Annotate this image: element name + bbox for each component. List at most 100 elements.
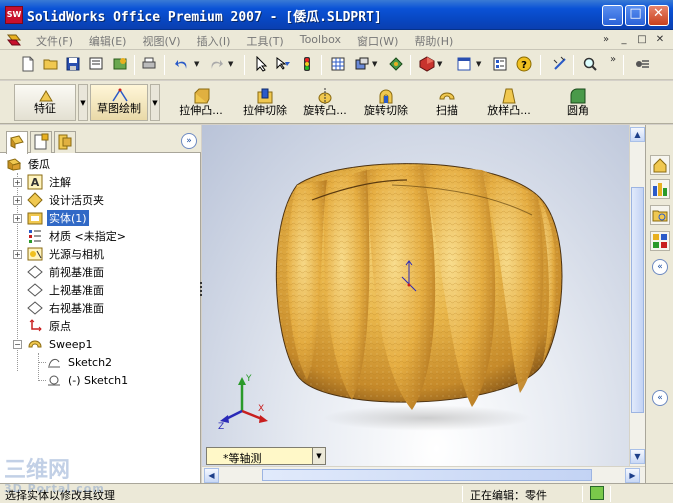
tree-item-sweep1[interactable]: − Sweep1 xyxy=(13,335,95,353)
features-tab-dropdown-icon[interactable]: ▼ xyxy=(78,84,88,121)
options-icon[interactable] xyxy=(110,54,130,74)
measure-icon[interactable] xyxy=(550,54,570,74)
find-icon[interactable] xyxy=(580,54,600,74)
doc-minimize-button[interactable]: _ xyxy=(617,33,631,47)
select-filter-icon[interactable] xyxy=(273,54,293,74)
menu-toolbox[interactable]: Toolbox xyxy=(292,33,349,49)
tree-item-origin[interactable]: 原点 xyxy=(27,317,73,335)
tab-feature-manager[interactable] xyxy=(6,131,28,154)
new-icon[interactable] xyxy=(18,54,38,74)
revolve-boss-button[interactable]: 旋转凸... xyxy=(296,84,354,121)
panel-collapse-icon[interactable]: » xyxy=(181,133,197,149)
doc-maximize-button[interactable]: □ xyxy=(635,33,649,47)
task-pane-collapse-icon[interactable]: « xyxy=(652,259,668,275)
tree-item-solid-bodies[interactable]: + 实体(1) xyxy=(13,209,89,227)
tree-root[interactable]: 倭瓜 xyxy=(6,155,52,173)
tree-connector xyxy=(38,362,46,363)
appearance-icon[interactable] xyxy=(417,54,437,74)
horizontal-scroll-thumb[interactable] xyxy=(262,469,592,481)
open-icon[interactable] xyxy=(41,54,61,74)
loft-button[interactable]: 放样凸... xyxy=(478,84,540,121)
sketch-tab-dropdown-icon[interactable]: ▼ xyxy=(150,84,160,121)
undo-dropdown-icon[interactable]: ▼ xyxy=(194,61,200,68)
configuration-manager-tab-icon xyxy=(58,134,72,150)
expand-icon[interactable]: + xyxy=(13,249,22,259)
task-pane-expand-icon[interactable]: « xyxy=(652,390,668,406)
menu-edit[interactable]: 编辑(E) xyxy=(81,33,135,49)
tab-configuration-manager[interactable] xyxy=(54,131,76,153)
toolbar-overflow-icon[interactable]: » xyxy=(606,53,620,67)
close-button[interactable]: ✕ xyxy=(648,5,669,26)
doc-close-button[interactable]: ✕ xyxy=(653,33,667,47)
minimize-button[interactable]: _ xyxy=(602,5,623,26)
view-palette-icon[interactable] xyxy=(650,231,670,251)
maximize-button[interactable]: □ xyxy=(625,5,646,26)
menu-file[interactable]: 文件(F) xyxy=(28,33,81,49)
tree-item-label: 设计活页夹 xyxy=(49,194,104,207)
print-preview-icon[interactable] xyxy=(86,54,106,74)
tree-item-front-plane[interactable]: 前视基准面 xyxy=(27,263,106,281)
tree-item-annotations[interactable]: + A 注解 xyxy=(13,173,73,191)
tree-item-top-plane[interactable]: 上视基准面 xyxy=(27,281,106,299)
layer-icon[interactable] xyxy=(490,54,510,74)
horizontal-scrollbar[interactable]: ◀ ▶ xyxy=(202,466,645,483)
lights-cameras-icon xyxy=(27,246,43,262)
tree-item-lights-cameras[interactable]: + 光源与相机 xyxy=(13,245,106,263)
print-icon[interactable] xyxy=(139,54,159,74)
file-explorer-icon[interactable] xyxy=(650,205,670,225)
solidworks-menu-icon[interactable] xyxy=(6,32,22,48)
graphics-area[interactable]: Y X Z xyxy=(202,125,629,466)
menu-tools[interactable]: 工具(T) xyxy=(238,33,291,49)
tree-item-right-plane[interactable]: 右视基准面 xyxy=(27,299,106,317)
expand-icon[interactable]: + xyxy=(13,195,22,205)
vertical-scroll-thumb[interactable] xyxy=(631,187,644,413)
redo-dropdown-icon[interactable]: ▼ xyxy=(228,61,234,68)
view-icon[interactable] xyxy=(352,54,372,74)
expand-icon[interactable]: + xyxy=(13,177,22,187)
tree-item-sketch2[interactable]: Sketch2 xyxy=(46,353,114,371)
display-dropdown-icon[interactable]: ▼ xyxy=(476,61,482,68)
tree-item-sketch1[interactable]: (-) Sketch1 xyxy=(46,371,130,389)
fillet-button[interactable]: 圆角 xyxy=(562,84,594,121)
tree-item-material[interactable]: 材质 <未指定> xyxy=(27,227,128,245)
extrude-cut-button[interactable]: 拉伸切除 xyxy=(236,84,294,121)
menu-view[interactable]: 视图(V) xyxy=(134,33,188,49)
extrude-boss-button[interactable]: 拉伸凸... xyxy=(170,84,232,121)
scroll-down-icon[interactable]: ▼ xyxy=(630,449,645,464)
expand-icon[interactable]: + xyxy=(13,213,22,223)
tab-sketch[interactable]: 草图绘制 xyxy=(90,84,148,121)
sweep-button[interactable]: 扫描 xyxy=(428,84,466,121)
display-style-icon[interactable] xyxy=(454,54,474,74)
collapse-icon[interactable]: − xyxy=(13,339,22,349)
undo-icon[interactable] xyxy=(172,54,192,74)
vertical-scrollbar[interactable]: ▲ ▼ xyxy=(629,125,645,466)
appearance-dropdown-icon[interactable]: ▼ xyxy=(437,61,443,68)
revolve-cut-button[interactable]: 旋转切除 xyxy=(358,84,414,121)
status-indicator-icon[interactable] xyxy=(590,486,604,500)
chevron-down-icon[interactable]: ▼ xyxy=(312,448,325,464)
menu-window[interactable]: 窗口(W) xyxy=(349,33,406,49)
menu-help[interactable]: 帮助(H) xyxy=(406,33,461,49)
tree-item-design-binder[interactable]: + 设计活页夹 xyxy=(13,191,106,209)
scroll-up-icon[interactable]: ▲ xyxy=(630,127,645,142)
design-library-icon[interactable] xyxy=(650,179,670,199)
scroll-left-icon[interactable]: ◀ xyxy=(204,468,219,483)
grid-icon[interactable] xyxy=(328,54,348,74)
tab-property-manager[interactable] xyxy=(30,131,52,153)
view-dropdown-icon[interactable]: ▼ xyxy=(372,61,378,68)
scroll-right-icon[interactable]: ▶ xyxy=(625,468,640,483)
tab-features-label: 特征 xyxy=(34,102,56,115)
zoom-icon[interactable] xyxy=(386,54,406,74)
solidworks-resources-icon[interactable] xyxy=(650,155,670,175)
menu-overflow-icon[interactable]: » xyxy=(599,33,613,47)
view-orientation-select[interactable]: *等轴测 ▼ xyxy=(206,447,326,465)
toolbox-icon[interactable] xyxy=(632,54,652,74)
select-icon[interactable] xyxy=(251,54,271,74)
redo-icon[interactable] xyxy=(206,54,226,74)
feature-manager-tab-icon xyxy=(10,135,24,149)
rebuild-icon[interactable] xyxy=(297,54,317,74)
tab-features[interactable]: 特征 xyxy=(14,84,76,121)
save-icon[interactable] xyxy=(63,54,83,74)
menu-insert[interactable]: 插入(I) xyxy=(189,33,239,49)
help-icon[interactable]: ? xyxy=(514,54,534,74)
